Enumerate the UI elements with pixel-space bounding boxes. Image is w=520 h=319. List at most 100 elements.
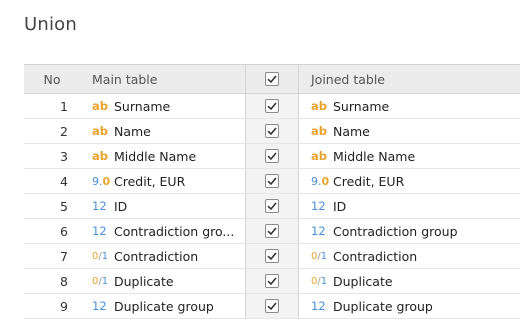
joined-table-field[interactable]: 0/1 Contradiction <box>299 244 520 268</box>
main-table-field[interactable]: ab Surname <box>80 94 245 118</box>
boolean-type-icon: 0/1 <box>311 250 328 262</box>
text-type-icon: ab <box>92 99 108 113</box>
joined-field-name: Duplicate <box>333 273 393 289</box>
checkmark-icon <box>267 252 277 261</box>
include-cell[interactable] <box>245 244 299 268</box>
joined-table-field[interactable]: 9.0 Credit, EUR <box>299 169 520 193</box>
include-checkbox[interactable] <box>265 299 279 313</box>
include-checkbox[interactable] <box>265 174 279 188</box>
checkmark-icon <box>267 102 277 111</box>
checkmark-icon <box>267 177 277 186</box>
checkmark-icon <box>267 127 277 136</box>
column-header-no[interactable]: No <box>24 65 80 93</box>
text-type-icon: ab <box>311 124 327 138</box>
column-header-joined-table[interactable]: Joined table <box>299 65 520 93</box>
table-row[interactable]: 2 ab Name ab Name <box>24 119 520 144</box>
row-number: 6 <box>60 223 68 239</box>
include-checkbox[interactable] <box>265 199 279 213</box>
main-table-field[interactable]: 0/1 Duplicate <box>80 269 245 293</box>
joined-field-name: Surname <box>333 98 390 114</box>
integer-type-icon: 12 <box>92 224 107 238</box>
include-cell[interactable] <box>245 169 299 193</box>
main-field-name: Duplicate group <box>114 298 214 314</box>
main-table-field[interactable]: 9.0 Credit, EUR <box>80 169 245 193</box>
table-row[interactable]: 3 ab Middle Name ab Middle Name <box>24 144 520 169</box>
joined-table-field[interactable]: ab Surname <box>299 94 520 118</box>
include-checkbox[interactable] <box>265 249 279 263</box>
select-all-cell[interactable] <box>245 65 299 93</box>
main-field-name: Middle Name <box>114 148 197 164</box>
joined-table-field[interactable]: 12 ID <box>299 194 520 218</box>
row-number: 3 <box>60 148 68 164</box>
checkmark-icon <box>267 202 277 211</box>
boolean-type-icon: 0/1 <box>311 275 328 287</box>
table-row[interactable]: 9 12 Duplicate group 12 Duplicate group <box>24 294 520 319</box>
include-cell[interactable] <box>245 119 299 143</box>
joined-table-field[interactable]: 0/1 Duplicate <box>299 269 520 293</box>
row-number: 7 <box>60 248 68 264</box>
decimal-type-icon: 9.0 <box>311 174 330 188</box>
main-field-name: Contradiction <box>114 248 199 264</box>
table-row[interactable]: 5 12 ID 12 ID <box>24 194 520 219</box>
column-header-main-table[interactable]: Main table <box>80 65 245 93</box>
include-cell[interactable] <box>245 94 299 118</box>
table-row[interactable]: 1 ab Surname ab Surname <box>24 94 520 119</box>
main-table-field[interactable]: 0/1 Contradiction <box>80 244 245 268</box>
joined-field-name: Duplicate group <box>333 298 433 314</box>
joined-table-field[interactable]: 12 Contradiction group <box>299 219 520 243</box>
include-checkbox[interactable] <box>265 149 279 163</box>
main-field-name: ID <box>114 198 128 214</box>
checkmark-icon <box>267 75 277 84</box>
main-table-field[interactable]: 12 ID <box>80 194 245 218</box>
joined-field-name: Contradiction <box>333 248 418 264</box>
joined-table-field[interactable]: 12 Duplicate group <box>299 294 520 318</box>
joined-field-name: Name <box>333 123 370 139</box>
include-cell[interactable] <box>245 194 299 218</box>
table-row[interactable]: 4 9.0 Credit, EUR 9.0 Credit, EUR <box>24 169 520 194</box>
main-table-field[interactable]: 12 Contradiction gro... <box>80 219 245 243</box>
joined-table-field[interactable]: ab Name <box>299 119 520 143</box>
checkmark-icon <box>267 152 277 161</box>
text-type-icon: ab <box>92 124 108 138</box>
checkmark-icon <box>267 277 277 286</box>
main-field-name: Surname <box>114 98 171 114</box>
row-number: 2 <box>60 123 68 139</box>
select-all-checkbox[interactable] <box>265 72 279 86</box>
text-type-icon: ab <box>311 99 327 113</box>
boolean-type-icon: 0/1 <box>92 250 109 262</box>
page-title: Union <box>24 14 78 35</box>
fields-table: No Main table Joined table 1 ab Surname ab S… <box>24 64 520 319</box>
joined-table-field[interactable]: ab Middle Name <box>299 144 520 168</box>
include-checkbox[interactable] <box>265 99 279 113</box>
table-row[interactable]: 6 12 Contradiction gro... 12 Contradiction g… <box>24 219 520 244</box>
table-body: 1 ab Surname ab Surname 2 ab Name ab Name 3 ab Middl… <box>24 94 520 319</box>
checkmark-icon <box>267 227 277 236</box>
table-row[interactable]: 8 0/1 Duplicate 0/1 Duplicate <box>24 269 520 294</box>
text-type-icon: ab <box>311 149 327 163</box>
main-field-name: Name <box>114 123 151 139</box>
include-cell[interactable] <box>245 294 299 318</box>
joined-field-name: Middle Name <box>333 148 416 164</box>
text-type-icon: ab <box>92 149 108 163</box>
include-checkbox[interactable] <box>265 124 279 138</box>
main-field-name: Credit, EUR <box>114 173 186 189</box>
include-cell[interactable] <box>245 144 299 168</box>
decimal-type-icon: 9.0 <box>92 174 111 188</box>
integer-type-icon: 12 <box>92 199 107 213</box>
include-checkbox[interactable] <box>265 224 279 238</box>
row-number: 4 <box>60 173 68 189</box>
row-number: 8 <box>60 273 68 289</box>
main-table-field[interactable]: ab Middle Name <box>80 144 245 168</box>
joined-field-name: ID <box>333 198 347 214</box>
integer-type-icon: 12 <box>311 299 326 313</box>
main-field-name: Contradiction gro... <box>114 223 235 239</box>
include-checkbox[interactable] <box>265 274 279 288</box>
main-table-field[interactable]: ab Name <box>80 119 245 143</box>
include-cell[interactable] <box>245 269 299 293</box>
main-table-field[interactable]: 12 Duplicate group <box>80 294 245 318</box>
main-field-name: Duplicate <box>114 273 174 289</box>
integer-type-icon: 12 <box>311 199 326 213</box>
table-row[interactable]: 7 0/1 Contradiction 0/1 Contradiction <box>24 244 520 269</box>
row-number: 5 <box>60 198 68 214</box>
include-cell[interactable] <box>245 219 299 243</box>
